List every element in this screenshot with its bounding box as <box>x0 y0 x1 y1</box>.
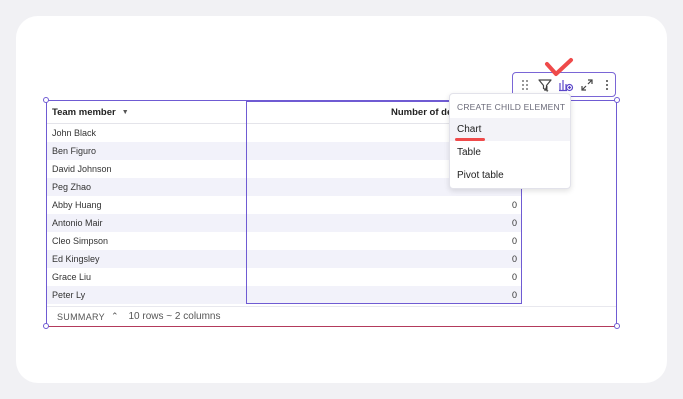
table-row[interactable]: Cleo Simpson 0 <box>47 232 521 250</box>
table-row[interactable]: Antonio Mair 0 <box>47 214 521 232</box>
table-row[interactable]: Peter Ly 0 <box>47 286 521 304</box>
more-vertical-icon[interactable] <box>600 76 616 94</box>
create-child-element-menu: CREATE CHILD ELEMENT Chart Table Pivot t… <box>449 93 571 189</box>
menu-item-table[interactable]: Table <box>450 141 570 164</box>
table-row[interactable]: Abby Huang 0 <box>47 196 521 214</box>
chevron-up-icon[interactable]: ⌃ <box>111 311 119 322</box>
summary-label: SUMMARY <box>57 311 105 322</box>
menu-header: CREATE CHILD ELEMENT <box>457 102 566 112</box>
menu-item-pivot-table[interactable]: Pivot table <box>450 164 570 187</box>
drag-handle-icon[interactable] <box>517 76 533 94</box>
expand-icon[interactable] <box>579 76 595 94</box>
column-header-team-member[interactable]: Team member ▼ <box>47 101 246 123</box>
summary-bar[interactable]: SUMMARY ⌃ 10 rows ~ 2 columns <box>47 306 616 326</box>
sort-caret-icon[interactable]: ▼ <box>122 109 129 116</box>
resize-handle-top-right[interactable] <box>614 97 620 103</box>
underline-annotation <box>455 138 485 141</box>
summary-info: 10 rows ~ 2 columns <box>128 311 221 322</box>
table-row[interactable]: Ed Kingsley 0 <box>47 250 521 268</box>
checkmark-annotation-icon <box>545 58 573 76</box>
table-row[interactable]: Grace Liu 0 <box>47 268 521 286</box>
